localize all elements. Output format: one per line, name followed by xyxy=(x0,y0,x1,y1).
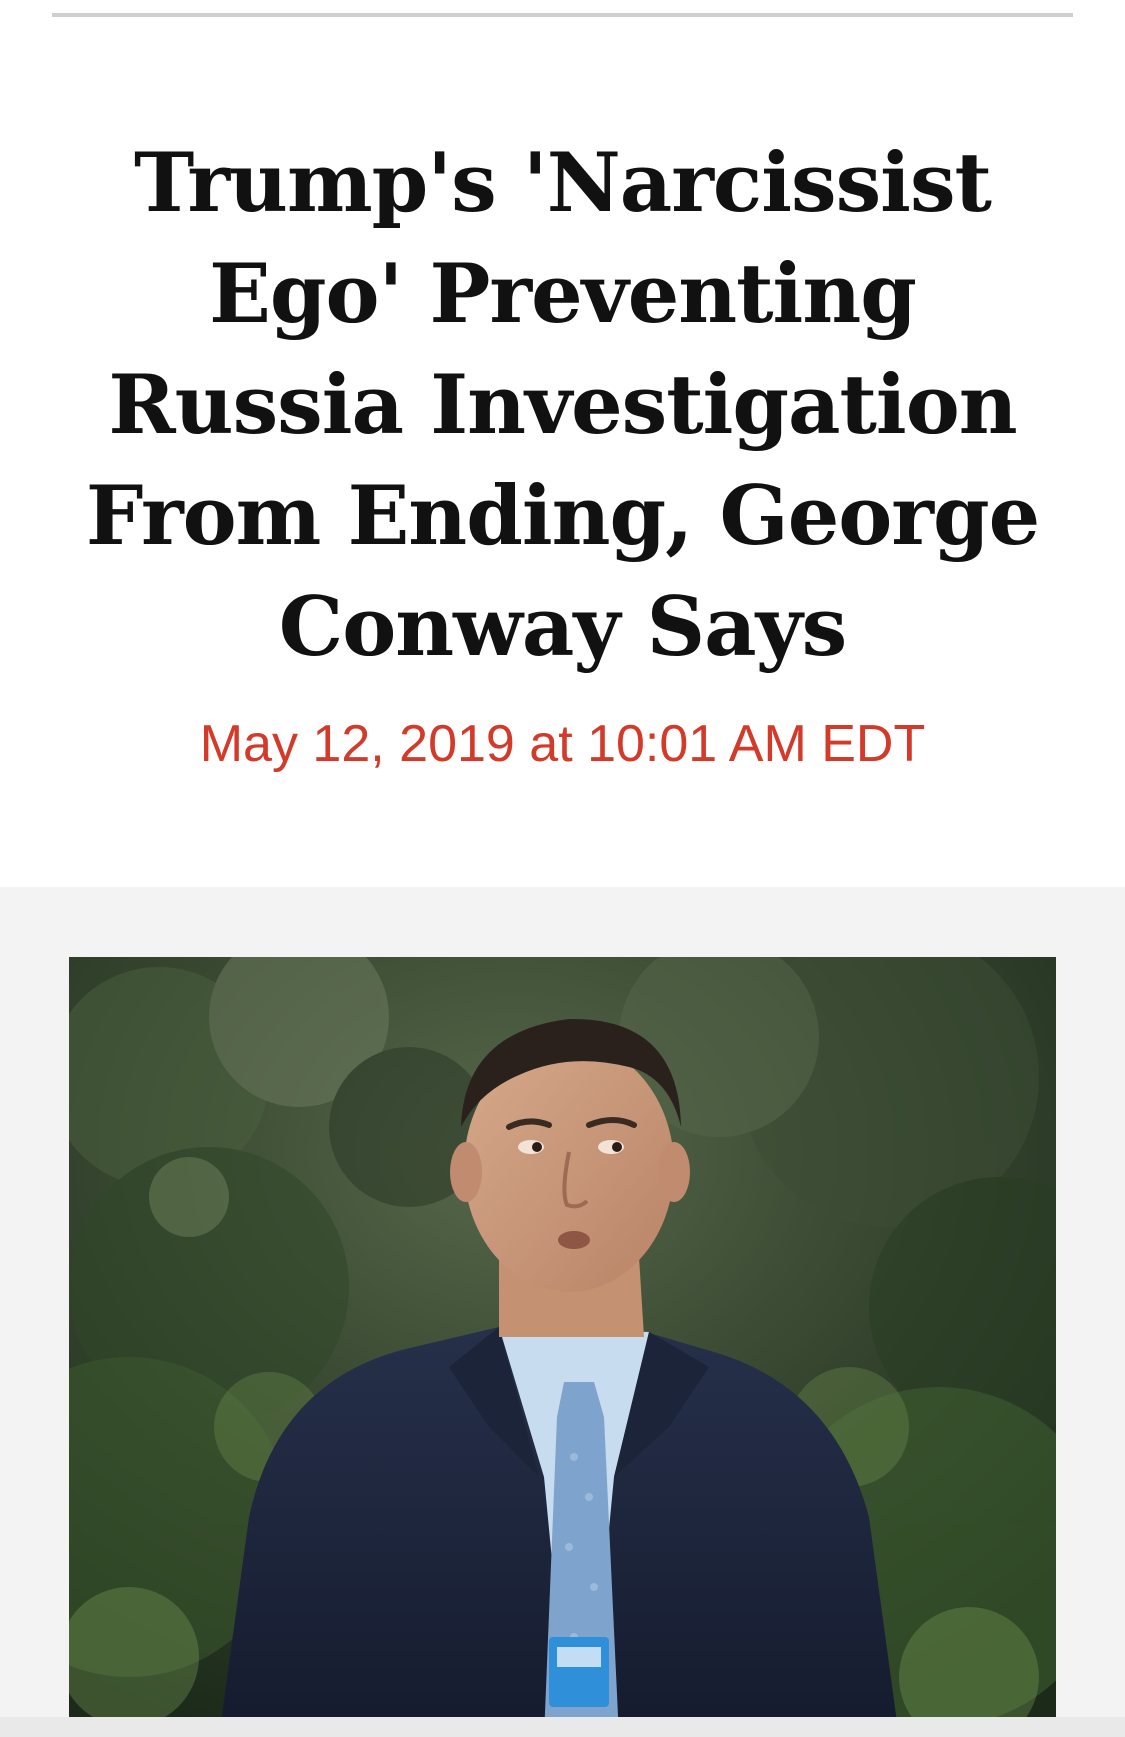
top-divider xyxy=(52,13,1073,17)
photo-illustration xyxy=(69,957,1056,1737)
george-conway-photo[interactable] xyxy=(69,957,1056,1737)
publish-timestamp: May 12, 2019 at 10:01 AM EDT xyxy=(199,715,926,773)
media-section xyxy=(0,887,1125,1737)
article-page: Trump's 'Narcissist Ego' Preventing Russ… xyxy=(0,0,1125,1737)
article-header: Trump's 'Narcissist Ego' Preventing Russ… xyxy=(0,0,1125,887)
article-headline: Trump's 'Narcissist Ego' Preventing Russ… xyxy=(85,136,1040,675)
bottom-bar xyxy=(0,1717,1125,1737)
